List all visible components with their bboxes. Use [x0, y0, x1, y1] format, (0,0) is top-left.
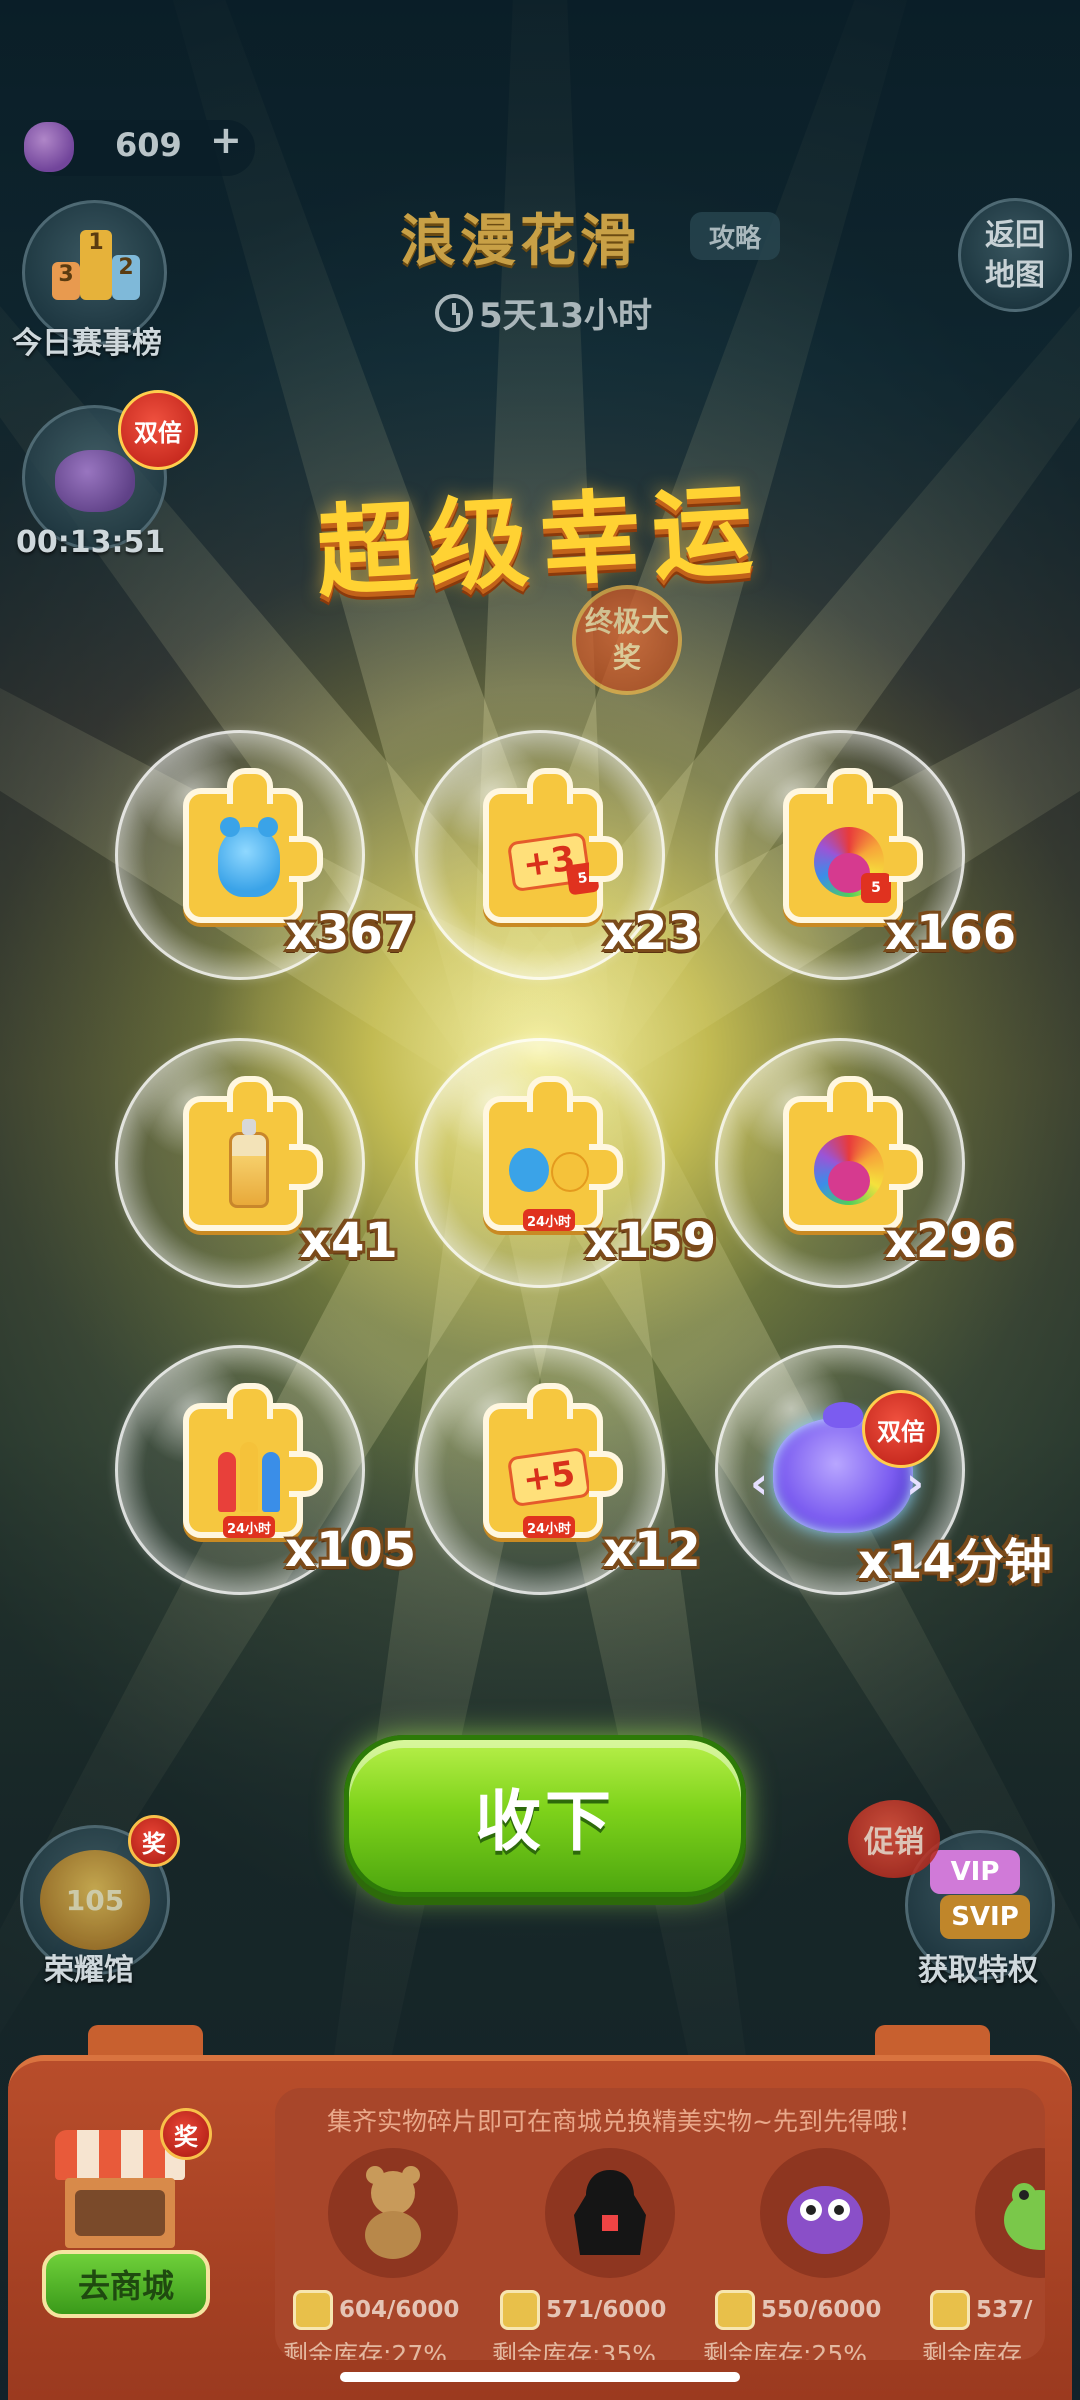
add-currency-button[interactable]: + [210, 118, 242, 162]
puzzle-piece-icon [500, 2290, 540, 2330]
physical-prizes-list[interactable]: 集齐实物碎片即可在商城兑换精美实物~先到先得哦！ 604/6000 剩余库存:2… [275, 2088, 1045, 2360]
event-title: 浪漫花滑 [400, 208, 640, 274]
rockets-icon [218, 1441, 280, 1512]
bottle-icon [229, 1118, 269, 1208]
honor-crest-icon: 105 [40, 1850, 150, 1950]
prize-progress: 537/ [976, 2297, 1033, 2323]
reward-amount: x159 [585, 1213, 717, 1269]
prize-stock: 剩余库存:25% [703, 2340, 867, 2360]
clock-icon [435, 293, 473, 332]
teddy-bear-icon [353, 2165, 433, 2260]
reward-amount: x41 [300, 1213, 398, 1269]
prize-progress: 604/6000 [339, 2297, 460, 2323]
puzzle-piece-icon: +5 24小时 [483, 1383, 623, 1538]
reward-badge: 奖 [128, 1815, 180, 1867]
reward-amount: x296 [885, 1213, 1017, 1269]
go-shop-button[interactable]: 去商城 [42, 2250, 210, 2318]
duo-pets-icon [509, 1147, 589, 1192]
purple-blob-currency-icon [24, 122, 74, 172]
prize-progress: 550/6000 [761, 2297, 882, 2323]
vip-card-icon: VIP [930, 1850, 1020, 1894]
double-badge: 双倍 [118, 390, 198, 470]
puzzle-piece-icon [293, 2290, 333, 2330]
chevron-left-icon: ‹ [750, 1458, 769, 1509]
privilege-label: 获取特权 [918, 1953, 1038, 1988]
event-countdown: 5天13小时 [435, 288, 652, 337]
reward-amount: x367 [285, 905, 417, 961]
prize-item[interactable]: 550/6000 剩余库存:25% [703, 2140, 925, 2360]
green-frog-plush-icon [1000, 2165, 1045, 2260]
shop-reward-badge: 奖 [160, 2108, 212, 2160]
honor-hall-label: 荣耀馆 [44, 1953, 134, 1988]
strategy-button[interactable]: 攻略 [690, 212, 780, 260]
reward-amount: x14分钟 [858, 1534, 1052, 1590]
currency-count: 609 [115, 126, 182, 164]
puzzle-piece-icon: +3 5 [483, 768, 623, 923]
prize-item[interactable]: 604/6000 剩余库存:27% [283, 2140, 493, 2360]
blue-bear-icon [218, 816, 280, 897]
collect-button[interactable]: 收下 [344, 1735, 746, 1897]
svip-card-icon: SVIP [940, 1895, 1030, 1939]
prize-progress: 571/6000 [546, 2297, 667, 2323]
prize-stock: 剩余库存 [922, 2340, 1023, 2360]
double-badge: 双倍 [862, 1390, 940, 1468]
puzzle-piece-icon [183, 768, 323, 923]
reward-amount: x12 [603, 1522, 701, 1578]
reward-amount: x23 [603, 905, 701, 961]
plus-moves-icon: +5 [506, 1446, 592, 1507]
reward-amount: x166 [885, 905, 1017, 961]
prize-item[interactable]: 537/ 剩余库存 [922, 2140, 1045, 2360]
puzzle-piece-icon [183, 1076, 323, 1231]
puzzle-piece-icon: 24小时 [183, 1383, 323, 1538]
plus-moves-icon: +3 5 [506, 831, 600, 895]
purple-owl-plush-icon [785, 2165, 865, 2260]
puzzle-piece-icon [930, 2290, 970, 2330]
black-hoodie-icon [570, 2165, 650, 2260]
grand-prize-badge: 终极大奖 [572, 585, 682, 695]
home-indicator[interactable] [340, 2372, 740, 2382]
puzzle-piece-icon: 5 [783, 768, 923, 923]
reward-amount: x105 [285, 1522, 417, 1578]
puzzle-piece-icon [715, 2290, 755, 2330]
promo-badge[interactable]: 促销 [848, 1800, 940, 1878]
puzzle-piece-icon: 24小时 [483, 1076, 623, 1231]
return-map-label: 返回 地图 [985, 218, 1045, 293]
prize-stock: 剩余库存:35% [492, 2340, 656, 2360]
rainbow-bird-icon [814, 1134, 884, 1205]
prize-stock: 剩余库存:27% [283, 2340, 447, 2360]
prizes-note: 集齐实物碎片即可在商城兑换精美实物~先到先得哦！ [327, 2107, 923, 2136]
countdown-text: 5天13小时 [479, 296, 652, 336]
podium-icon: 3 1 2 [50, 230, 140, 300]
prize-item[interactable]: 571/6000 剩余库存:35% [492, 2140, 710, 2360]
puzzle-piece-icon [783, 1076, 923, 1231]
daily-ranking-label: 今日赛事榜 [12, 326, 162, 361]
